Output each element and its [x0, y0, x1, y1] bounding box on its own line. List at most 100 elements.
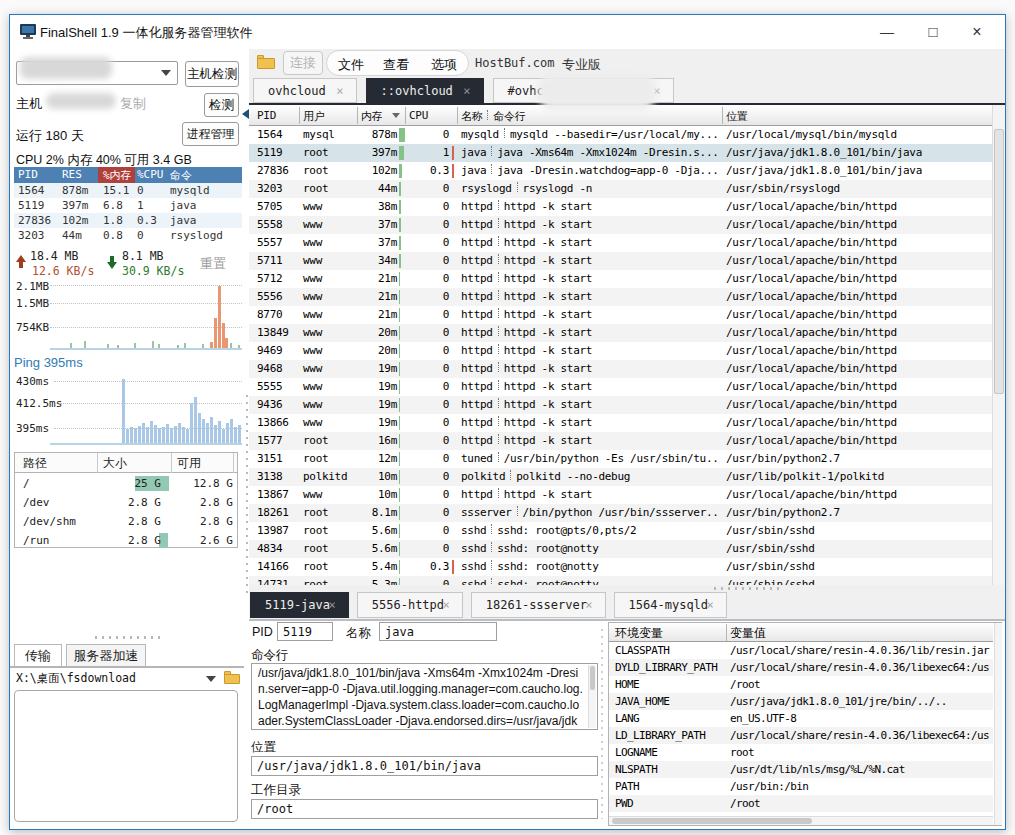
name-field[interactable]: java	[379, 622, 497, 641]
location-field[interactable]: /usr/java/jdk1.8.0_101/bin/java	[251, 756, 598, 776]
process-tab[interactable]: 5556-httpd×	[357, 592, 463, 618]
sidebar: 主机检测 主机 复制 检测 运行 180 天 进程管理 CPU 2% 内存 40…	[10, 49, 244, 829]
env-row[interactable]: CLASSPATH/usr/local/share/resin-4.0.36/l…	[609, 642, 993, 659]
detail-splitter[interactable]	[601, 629, 603, 819]
env-row[interactable]: NLSPATH/usr/dt/lib/nls/msg/%L/%N.cat	[609, 761, 993, 778]
ping-chart: 430ms 412.5ms 395ms	[14, 374, 242, 444]
workdir-field[interactable]: /root	[251, 799, 598, 819]
process-row[interactable]: 4834root5.6m0sshdsshd: root@notty/usr/sb…	[249, 540, 992, 558]
process-tab[interactable]: 18261-ssserver×	[471, 592, 606, 618]
process-row[interactable]: 14166root5.4m0.3sshdsshd: root@notty/usr…	[249, 558, 992, 576]
upload-speed: 12.6 KB/s	[32, 264, 94, 278]
env-row[interactable]: PWD/root	[609, 795, 993, 812]
cmdline-field[interactable]: /usr/java/jdk1.8.0_101/bin/java -Xms64m …	[251, 663, 598, 730]
close-icon[interactable]: ×	[329, 598, 336, 612]
table-scrollbar[interactable]	[992, 105, 1005, 585]
env-row[interactable]: PATH/usr/bin:/bin	[609, 778, 993, 795]
env-scrollbar-h[interactable]	[609, 816, 993, 825]
maximize-button[interactable]: □	[918, 21, 948, 43]
title-bar: FinalShell 1.9 一体化服务器管理软件 — □ ×	[10, 15, 1005, 49]
process-row[interactable]: 14731root5.3m0sshdsshd: root@notty/usr/s…	[249, 576, 992, 585]
download-speed: 30.9 KB/s	[122, 264, 184, 278]
process-row[interactable]: 13849www20m0httpdhttpd -k start/usr/loca…	[249, 324, 992, 342]
process-row[interactable]: 9436www19m0httpdhttpd -k start/usr/local…	[249, 396, 992, 414]
process-row[interactable]: 5712www21m0httpdhttpd -k start/usr/local…	[249, 270, 992, 288]
mini-process-row[interactable]: 1564878m15.10mysqld	[14, 183, 242, 198]
env-row[interactable]: LD_LIBRARY_PATH/usr/local/share/resin-4.…	[609, 727, 993, 744]
process-row[interactable]: 18261root8.1m0ssserver/bin/python /usr/b…	[249, 504, 992, 522]
env-row[interactable]: JAVA_HOME/usr/java/jdk1.8.0_101/jre/bin/…	[609, 693, 993, 710]
hostbuf-link[interactable]: HostBuf.com	[475, 56, 554, 70]
name-label: 名称	[346, 625, 371, 642]
reset-link[interactable]: 重置	[200, 255, 226, 273]
sidebar-splitter[interactable]	[95, 636, 165, 639]
collapse-sidebar-icon[interactable]	[242, 109, 249, 119]
process-tab[interactable]: 1564-mysqld×	[614, 592, 727, 618]
disk-row[interactable]: /25 G12.8 G	[15, 474, 237, 493]
minimize-button[interactable]: —	[872, 21, 902, 43]
session-tab[interactable]: ovhcloud×	[253, 78, 357, 103]
process-row[interactable]: 5711www34m0httpdhttpd -k start/usr/local…	[249, 252, 992, 270]
env-table: 环境变量 变量值 CLASSPATH/usr/local/share/resin…	[608, 622, 1002, 826]
download-path[interactable]: X:\桌面\fsdownload	[16, 671, 136, 686]
env-scrollbar-v[interactable]	[994, 623, 1002, 825]
mini-process-row[interactable]: 27836102m1.80.3java	[14, 213, 242, 228]
process-row[interactable]: 1577root16m0httpdhttpd -k start/usr/loca…	[249, 432, 992, 450]
pro-version-link[interactable]: 专业版	[562, 56, 601, 74]
process-row[interactable]: 5555www19m0httpdhttpd -k start/usr/local…	[249, 378, 992, 396]
process-row[interactable]: 27836root102m0.3javajava -Dresin.watchdo…	[249, 162, 992, 180]
process-row[interactable]: 13867www10m0httpdhttpd -k start/usr/loca…	[249, 486, 992, 504]
process-row[interactable]: 5119root397m1javajava -Xms64m -Xmx1024m …	[249, 144, 992, 162]
close-icon[interactable]: ×	[336, 84, 343, 98]
menu-file[interactable]: 文件	[338, 56, 364, 74]
disk-row[interactable]: /dev2.8 G2.8 G	[15, 493, 237, 512]
close-button[interactable]: ×	[962, 21, 992, 43]
process-row[interactable]: 1564mysql878m0mysqldmysqld --basedir=/us…	[249, 126, 992, 144]
menu-view[interactable]: 查看	[383, 56, 409, 74]
location-label: 位置	[251, 739, 276, 756]
disk-row[interactable]: /run2.8 G2.6 G	[15, 531, 237, 550]
menu-options[interactable]: 选项	[431, 56, 457, 74]
path-dropdown-icon[interactable]	[206, 676, 216, 682]
folder-icon[interactable]	[257, 55, 275, 71]
env-row[interactable]: LOGNAMEroot	[609, 744, 993, 761]
session-tab[interactable]: ::ovhcloud×	[366, 78, 484, 103]
process-manage-button[interactable]: 进程管理	[182, 122, 239, 146]
copy-link[interactable]: 复制	[120, 95, 146, 113]
process-row[interactable]: 3203root44m0rsyslogdrsyslogd -n/usr/sbin…	[249, 180, 992, 198]
env-row[interactable]: LANGen_US.UTF-8	[609, 710, 993, 727]
process-row[interactable]: 5556www21m0httpdhttpd -k start/usr/local…	[249, 288, 992, 306]
process-row[interactable]: 8770www21m0httpdhttpd -k start/usr/local…	[249, 306, 992, 324]
pid-label: PID	[252, 625, 273, 639]
close-icon[interactable]: ×	[443, 598, 450, 612]
process-row[interactable]: 3138polkitd10m0polkitdpolkitd --no-debug…	[249, 468, 992, 486]
env-row[interactable]: HOME/root	[609, 676, 993, 693]
process-row[interactable]: 5705www38m0httpdhttpd -k start/usr/local…	[249, 198, 992, 216]
connect-button[interactable]: 连接	[283, 51, 323, 75]
tab-transfer[interactable]: 传输	[14, 644, 62, 667]
process-row[interactable]: 5558www37m0httpdhttpd -k start/usr/local…	[249, 216, 992, 234]
close-icon[interactable]: ×	[463, 84, 470, 98]
process-row[interactable]: 3151root12m0tuned/usr/bin/python -Es /us…	[249, 450, 992, 468]
disk-row[interactable]: /dev/shm2.8 G2.8 G	[15, 512, 237, 531]
main-toolbar: 连接 文件 查看 选项 HostBuf.com 专业版	[249, 49, 1005, 77]
process-detail: PID 5119 名称 java 命令行 /usr/java/jdk1.8.0_…	[249, 621, 1005, 829]
process-row[interactable]: 5557www37m0httpdhttpd -k start/usr/local…	[249, 234, 992, 252]
close-icon[interactable]: ×	[585, 598, 592, 612]
tab-server-accel[interactable]: 服务器加速	[66, 644, 146, 667]
process-row[interactable]: 13866www19m0httpdhttpd -k start/usr/loca…	[249, 414, 992, 432]
process-row[interactable]: 13987root5.6m0sshdsshd: root@pts/0,pts/2…	[249, 522, 992, 540]
host-check-button[interactable]: 主机检测	[185, 61, 239, 87]
transfer-list[interactable]	[14, 690, 238, 822]
process-row[interactable]: 9468www19m0httpdhttpd -k start/usr/local…	[249, 360, 992, 378]
env-row[interactable]: DYLD_LIBRARY_PATH/usr/local/share/resin-…	[609, 659, 993, 676]
open-folder-icon[interactable]	[224, 671, 240, 685]
pid-field[interactable]: 5119	[277, 622, 333, 641]
check-button[interactable]: 检测	[204, 93, 239, 117]
mini-process-row[interactable]: 5119397m6.81java	[14, 198, 242, 213]
main-splitter[interactable]	[714, 587, 784, 590]
process-row[interactable]: 9469www20m0httpdhttpd -k start/usr/local…	[249, 342, 992, 360]
process-tab[interactable]: 5119-java×	[250, 592, 349, 618]
close-icon[interactable]: ×	[707, 598, 714, 612]
mini-process-row[interactable]: 320344m0.80rsyslogd	[14, 228, 242, 243]
